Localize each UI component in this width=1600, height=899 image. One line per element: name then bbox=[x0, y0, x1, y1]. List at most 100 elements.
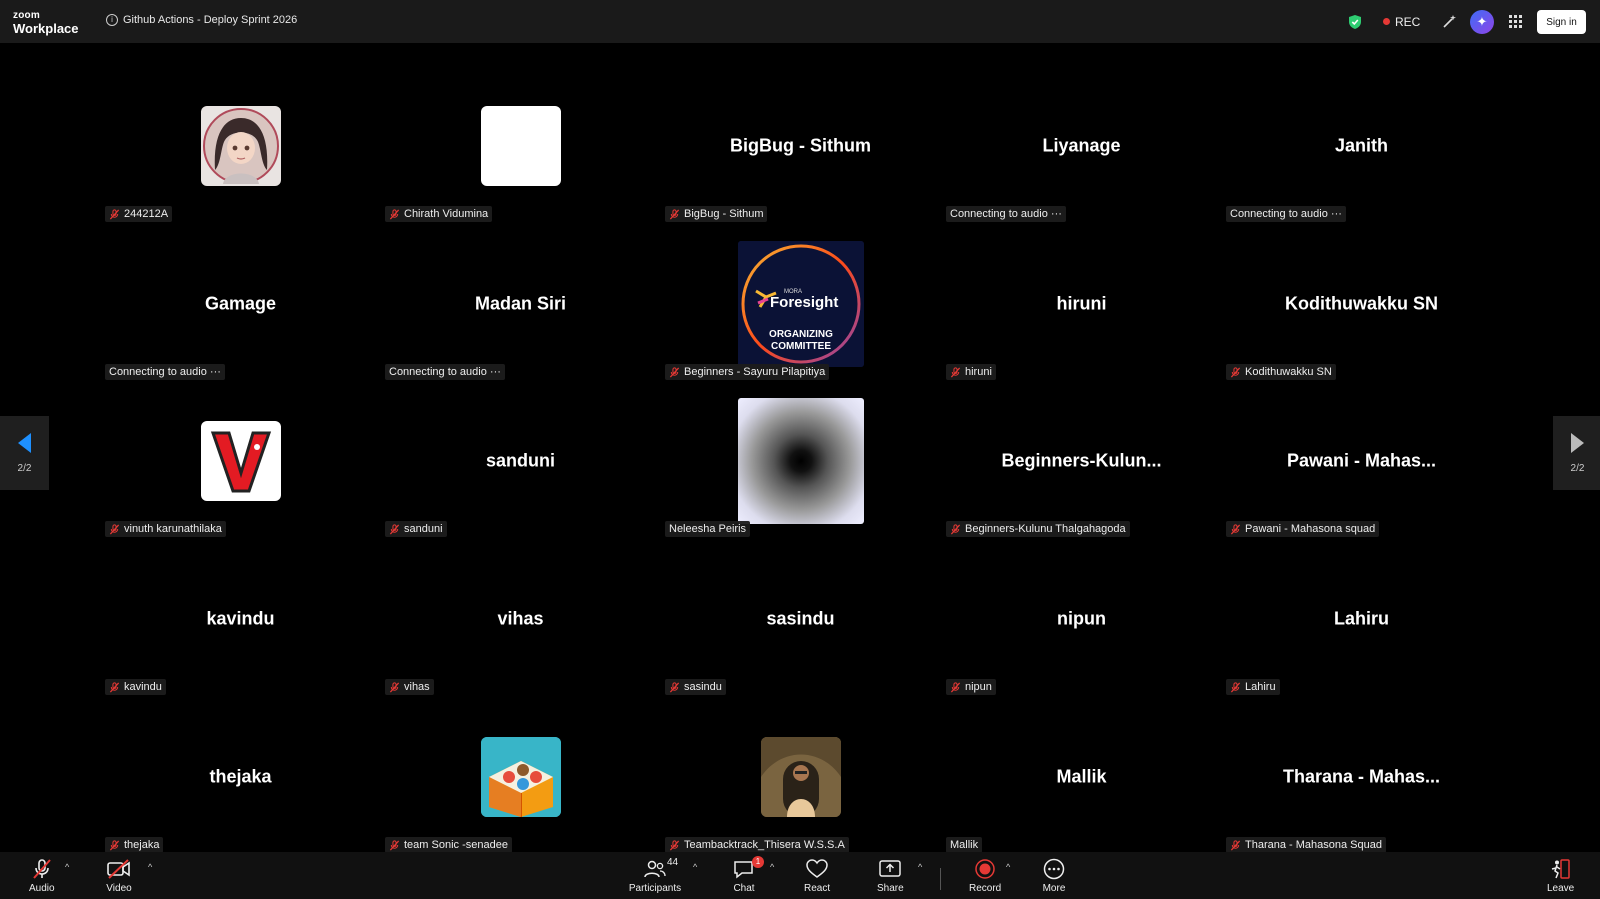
participant-tile[interactable]: Chirath Vidumina bbox=[383, 78, 658, 236]
arrow-right-icon bbox=[1571, 432, 1584, 453]
participant-name-label: Pawani - Mahasona squad bbox=[1226, 521, 1380, 537]
participant-tile[interactable]: Foresight MORA ORGANIZING COMMITTEE Beginner… bbox=[663, 236, 938, 394]
participant-avatar-image bbox=[738, 398, 864, 524]
record-options-caret[interactable]: ^ bbox=[1006, 862, 1010, 872]
participant-tile[interactable]: hiruni hiruni bbox=[944, 236, 1219, 394]
more-icon bbox=[1043, 858, 1065, 880]
mic-muted-icon bbox=[669, 681, 680, 692]
participants-button[interactable]: 44 Participants bbox=[627, 857, 683, 894]
participant-tile[interactable]: thejaka thejaka bbox=[103, 709, 378, 867]
video-button[interactable]: Video bbox=[106, 858, 132, 894]
participant-name-label: sanduni bbox=[385, 521, 447, 537]
zoom-workplace-logo: zoom Workplace bbox=[13, 10, 79, 36]
participant-avatar-image: Foresight MORA ORGANIZING COMMITTEE bbox=[738, 241, 864, 367]
participant-tile[interactable]: vinuth karunathilaka bbox=[103, 393, 378, 551]
participant-tile[interactable]: Janith Connecting to audio ··· bbox=[1224, 78, 1499, 236]
participant-name: BigBug - Sithum bbox=[684, 208, 764, 220]
share-button[interactable]: Share bbox=[877, 858, 904, 894]
participant-display-name: nipun bbox=[1057, 608, 1106, 629]
participant-name: Pawani - Mahasona squad bbox=[1245, 523, 1376, 535]
participant-tile[interactable]: sanduni sanduni bbox=[383, 393, 658, 551]
participant-name-label: Beginners - Sayuru Pilapitiya bbox=[665, 364, 830, 380]
info-icon[interactable]: i bbox=[106, 14, 118, 26]
participant-tile[interactable]: Kodithuwakku SN Kodithuwakku SN bbox=[1224, 236, 1499, 394]
sign-in-button[interactable]: Sign in bbox=[1537, 10, 1586, 34]
meeting-title: Github Actions - Deploy Sprint 2026 bbox=[123, 14, 298, 26]
participant-tile[interactable]: Gamage Connecting to audio ··· bbox=[103, 236, 378, 394]
participant-name-label: team Sonic -senadee bbox=[385, 837, 512, 853]
participant-name: Connecting to audio ··· bbox=[1230, 208, 1342, 220]
chat-label: Chat bbox=[733, 883, 755, 894]
previous-page-button[interactable]: 2/2 bbox=[0, 416, 49, 490]
participant-name: Tharana - Mahasona Squad bbox=[1245, 839, 1382, 851]
logo-line1: zoom bbox=[13, 10, 40, 21]
participant-avatar-image bbox=[201, 106, 281, 186]
participant-tile[interactable]: Neleesha Peiris bbox=[663, 393, 938, 551]
participant-tile[interactable]: Beginners-Kulun... Beginners-Kulunu Thalg… bbox=[944, 393, 1219, 551]
next-page-button[interactable]: 2/2 bbox=[1553, 416, 1600, 490]
participant-display-name: Liyanage bbox=[1042, 135, 1121, 156]
participant-tile[interactable]: team Sonic -senadee bbox=[383, 709, 658, 867]
chat-button[interactable]: 1 Chat bbox=[732, 856, 764, 894]
participant-tile[interactable]: sasindu sasindu bbox=[663, 551, 938, 709]
participant-tile[interactable]: Lahiru Lahiru bbox=[1224, 551, 1499, 709]
video-options-caret[interactable]: ^ bbox=[148, 862, 152, 872]
participant-name-label: kavindu bbox=[105, 679, 166, 695]
participant-display-name: Pawani - Mahas... bbox=[1286, 450, 1437, 471]
audio-label: Audio bbox=[29, 883, 55, 894]
participant-tile[interactable]: vihas vihas bbox=[383, 551, 658, 709]
mic-muted-icon bbox=[1230, 681, 1241, 692]
top-bar: zoom Workplace i Github Actions - Deploy… bbox=[0, 0, 1600, 43]
participant-name-label: BigBug - Sithum bbox=[665, 206, 768, 222]
apps-grid-icon[interactable] bbox=[1509, 0, 1522, 43]
participant-tile[interactable]: Madan Siri Connecting to audio ··· bbox=[383, 236, 658, 394]
arrow-left-icon bbox=[18, 432, 31, 453]
participant-name-label: sasindu bbox=[665, 679, 726, 695]
participant-tile[interactable]: Teambacktrack_Thisera W.S.S.A bbox=[663, 709, 938, 867]
mic-muted-icon bbox=[669, 366, 680, 377]
audio-options-caret[interactable]: ^ bbox=[65, 862, 69, 872]
participant-name: Connecting to audio ··· bbox=[109, 366, 221, 378]
participant-name: Beginners-Kulunu Thalgahagoda bbox=[965, 523, 1126, 535]
participant-tile[interactable]: kavindu kavindu bbox=[103, 551, 378, 709]
participant-tile[interactable]: nipun nipun bbox=[944, 551, 1219, 709]
share-options-caret[interactable]: ^ bbox=[918, 862, 922, 872]
security-shield-icon[interactable] bbox=[1348, 0, 1362, 43]
participant-name: Kodithuwakku SN bbox=[1245, 366, 1332, 378]
participant-tile[interactable]: BigBug - Sithum BigBug - Sithum bbox=[663, 78, 938, 236]
video-off-icon bbox=[107, 859, 130, 879]
mic-muted-icon bbox=[669, 208, 680, 219]
participant-name: Connecting to audio ··· bbox=[389, 366, 501, 378]
participant-name: thejaka bbox=[124, 839, 160, 851]
recording-indicator[interactable]: REC bbox=[1383, 0, 1420, 43]
mic-off-icon bbox=[33, 859, 51, 879]
page-indicator-right: 2/2 bbox=[1570, 462, 1585, 474]
participant-name: Mallik bbox=[950, 839, 979, 851]
mic-muted-icon bbox=[1230, 366, 1241, 377]
magic-wand-icon[interactable] bbox=[1441, 0, 1457, 43]
record-button[interactable]: Record bbox=[969, 858, 1001, 894]
participant-tile[interactable]: Mallik Mallik bbox=[944, 709, 1219, 867]
participant-display-name: vihas bbox=[497, 608, 544, 629]
svg-text:ORGANIZING: ORGANIZING bbox=[769, 329, 833, 340]
participants-count: 44 bbox=[667, 857, 679, 868]
participants-options-caret[interactable]: ^ bbox=[693, 862, 697, 872]
participant-tile[interactable]: Liyanage Connecting to audio ··· bbox=[944, 78, 1219, 236]
mic-muted-icon bbox=[1230, 523, 1241, 534]
leave-button[interactable]: Leave bbox=[1547, 858, 1574, 894]
chat-options-caret[interactable]: ^ bbox=[770, 862, 774, 872]
react-button[interactable]: React bbox=[804, 858, 830, 894]
ai-companion-icon[interactable]: ✦ bbox=[1470, 0, 1494, 43]
mic-muted-icon bbox=[109, 523, 120, 534]
participant-avatar-image bbox=[481, 737, 561, 817]
participant-name: Neleesha Peiris bbox=[669, 523, 747, 535]
participant-tile[interactable]: Tharana - Mahas... Tharana - Mahasona Squ… bbox=[1224, 709, 1499, 867]
recording-dot-icon bbox=[1383, 18, 1390, 25]
participant-tile[interactable]: Pawani - Mahas... Pawani - Mahasona squad bbox=[1224, 393, 1499, 551]
audio-button[interactable]: Audio bbox=[29, 858, 55, 894]
more-button[interactable]: More bbox=[1042, 858, 1066, 894]
participant-display-name: Janith bbox=[1334, 135, 1388, 156]
participant-tile[interactable]: 244212A bbox=[103, 78, 378, 236]
participant-name-label: Beginners-Kulunu Thalgahagoda bbox=[946, 521, 1130, 537]
meeting-info[interactable]: i Github Actions - Deploy Sprint 2026 bbox=[106, 14, 297, 26]
